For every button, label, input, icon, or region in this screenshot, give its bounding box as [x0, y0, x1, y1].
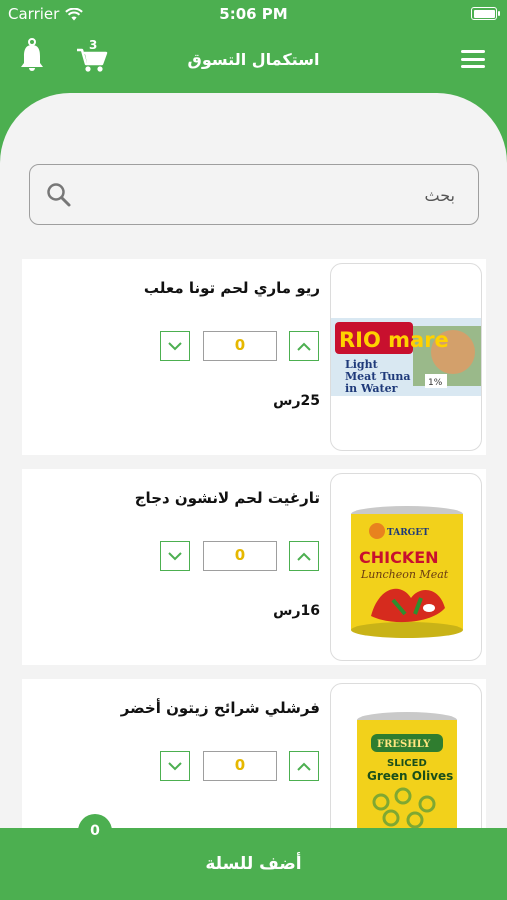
- nav-bar: 3 استكمال التسوق: [0, 28, 507, 90]
- chevron-down-icon: [168, 341, 182, 350]
- decrease-quantity-button[interactable]: [160, 541, 190, 571]
- product-card[interactable]: RIO mare Light Meat Tuna in Water 1% ريو…: [22, 259, 486, 455]
- product-card[interactable]: TARGET CHICKEN Luncheon Meat تارغيت لحم …: [22, 469, 486, 665]
- chevron-down-icon: [168, 761, 182, 770]
- page-title: استكمال التسوق: [187, 50, 320, 69]
- product-label-line: in Water: [345, 382, 398, 395]
- quantity-field[interactable]: 0: [203, 541, 277, 571]
- add-to-cart-bar[interactable]: 0 أضف للسلة: [0, 814, 507, 900]
- chevron-up-icon: [297, 342, 311, 351]
- decrease-quantity-button[interactable]: [160, 331, 190, 361]
- product-price: 16رس: [273, 603, 320, 619]
- product-name: تارغيت لحم لانشون دجاج: [134, 489, 320, 507]
- chevron-up-icon: [297, 552, 311, 561]
- menu-icon-line: [461, 57, 485, 61]
- main-content: RIO mare Light Meat Tuna in Water 1% ريو…: [0, 93, 507, 900]
- quantity-field[interactable]: 0: [203, 751, 277, 781]
- search-icon[interactable]: [46, 182, 72, 208]
- increase-quantity-button[interactable]: [289, 331, 319, 361]
- product-image: TARGET CHICKEN Luncheon Meat: [330, 473, 482, 661]
- product-brand: TARGET: [387, 528, 429, 538]
- cart-count-badge: 0: [78, 814, 112, 848]
- product-brand: RIO mare: [339, 328, 449, 352]
- product-badge: 1%: [428, 378, 443, 388]
- search-bar: [29, 164, 479, 225]
- product-name: فرشلي شرائح زيتون أخضر: [120, 699, 320, 717]
- add-to-cart-button[interactable]: أضف للسلة: [0, 854, 507, 874]
- decrease-quantity-button[interactable]: [160, 751, 190, 781]
- battery-icon: [471, 7, 500, 20]
- product-label-line: Luncheon Meat: [360, 568, 449, 581]
- chevron-up-icon: [297, 762, 311, 771]
- chevron-down-icon: [168, 551, 182, 560]
- status-bar: Carrier 5:06 PM: [0, 0, 507, 28]
- increase-quantity-button[interactable]: [289, 541, 319, 571]
- menu-button[interactable]: [461, 50, 485, 68]
- product-image: RIO mare Light Meat Tuna in Water 1%: [330, 263, 482, 451]
- product-name: ريو ماري لحم تونا معلب: [143, 279, 320, 297]
- menu-icon-line: [461, 65, 485, 68]
- product-label-line: CHICKEN: [359, 548, 439, 567]
- search-input[interactable]: [100, 175, 455, 215]
- increase-quantity-button[interactable]: [289, 751, 319, 781]
- quantity-field[interactable]: 0: [203, 331, 277, 361]
- product-label-line: SLICED: [387, 758, 427, 769]
- menu-icon-line: [461, 50, 485, 53]
- clock: 5:06 PM: [219, 5, 288, 23]
- product-brand: FRESHLY: [377, 739, 431, 750]
- product-label-line: Green Olives: [367, 769, 453, 783]
- product-price: 25رس: [273, 393, 320, 409]
